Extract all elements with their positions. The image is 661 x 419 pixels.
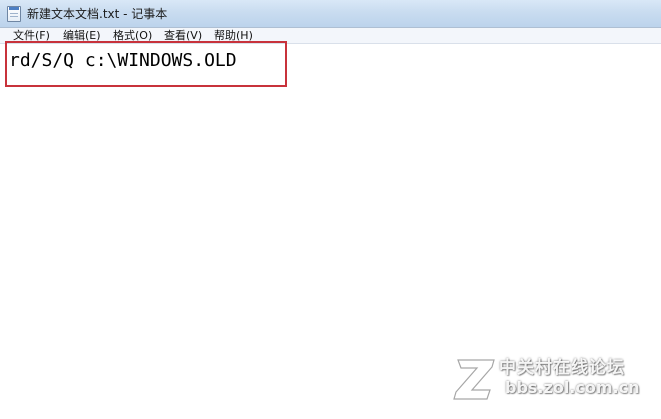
watermark-site-name: 中关村在线论坛 — [499, 358, 625, 378]
watermark-url: bbs.zol.com.cn — [505, 378, 640, 397]
zol-logo-icon — [453, 359, 497, 400]
red-highlight-box — [5, 41, 287, 87]
window-title: 新建文本文档.txt - 记事本 — [27, 7, 168, 21]
notepad-icon[interactable] — [7, 6, 21, 22]
zol-watermark: 中关村在线论坛 bbs.zol.com.cn — [452, 350, 657, 412]
title-bar[interactable]: 新建文本文档.txt - 记事本 — [0, 0, 661, 28]
notepad-window: 新建文本文档.txt - 记事本 文件(F) 编辑(E) 格式(O) 查看(V)… — [0, 0, 661, 419]
